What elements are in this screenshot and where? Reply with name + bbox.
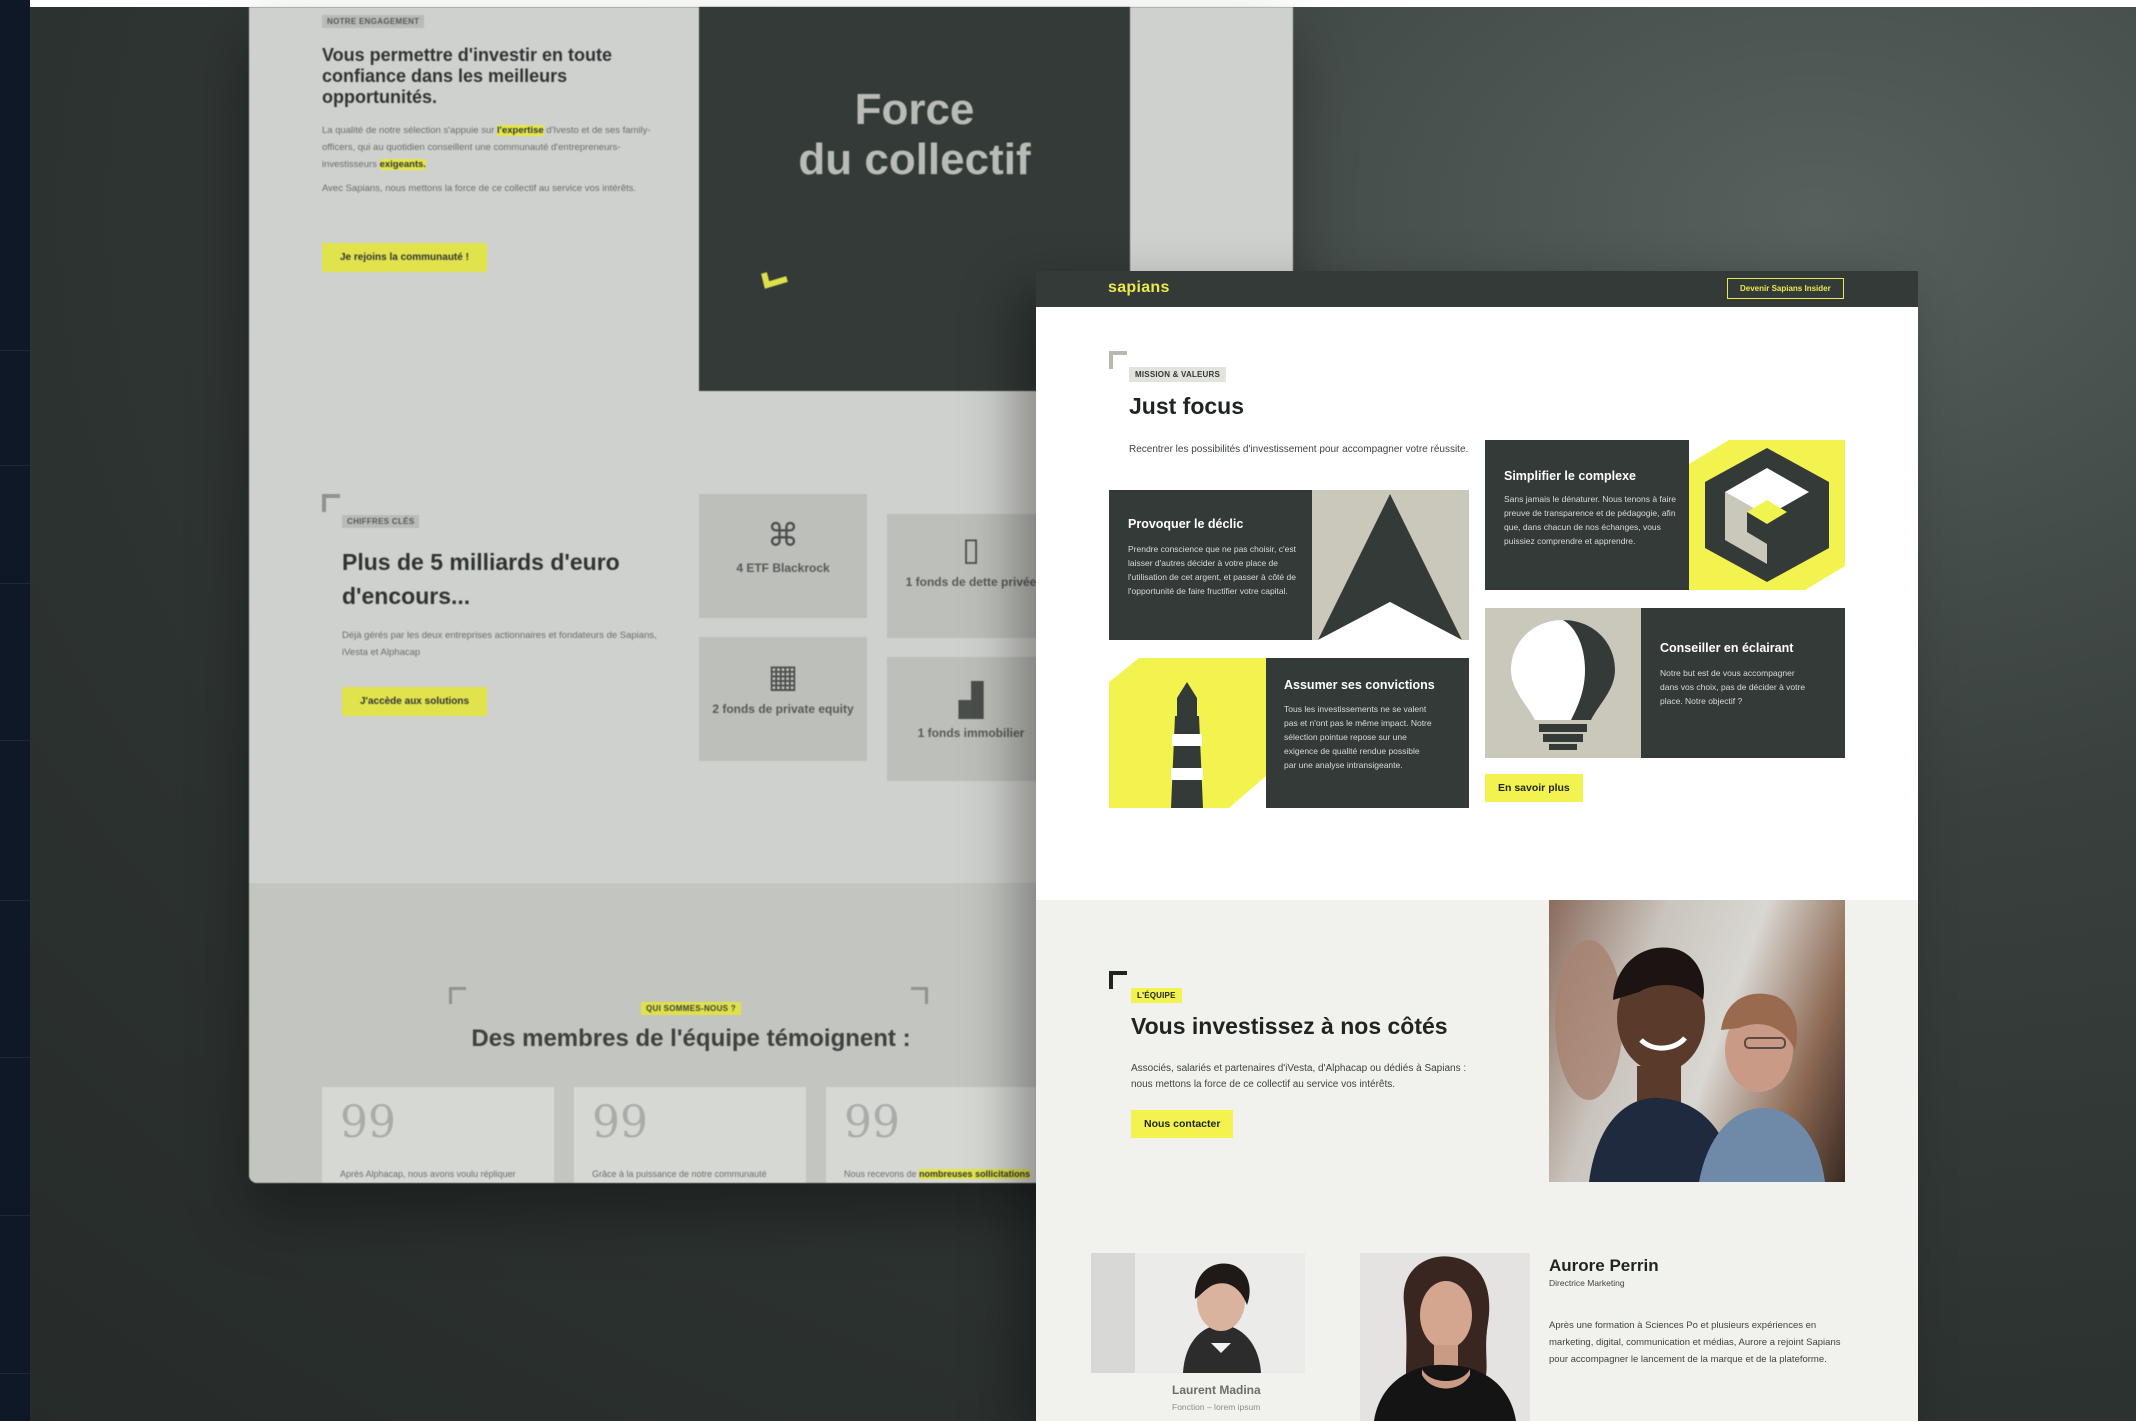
member-role: Fonction – lorem ipsum [1172, 1402, 1261, 1412]
lighthouse-illustration [1109, 658, 1266, 808]
figure-card: ▟ 1 fonds immobilier [887, 657, 1055, 781]
mission-lead: Recentrer les possibilités d'investissem… [1129, 444, 1469, 455]
engagement-eyebrow: NOTRE ENGAGEMENT [322, 15, 425, 28]
hero-title: Force du collectif [699, 85, 1130, 185]
contact-button[interactable]: Nous contacter [1131, 1110, 1234, 1138]
join-community-button[interactable]: Je rejoins la communauté ! [322, 243, 487, 272]
document-coin-icon: ▯ [962, 531, 980, 567]
value-tile-title: Conseiller en éclairant [1660, 641, 1794, 655]
figures-text: Déjà gérés par les deux entreprises acti… [342, 630, 657, 658]
value-tile-convictions: Assumer ses convictions Tous les investi… [1109, 658, 1469, 808]
presentation-background: Force du collectif NOTRE ENGAGEMENT Vous… [0, 0, 2136, 1421]
figures-title: Plus de 5 milliards d'euro d'encours... [342, 549, 620, 609]
team-title: Vous investissez à nos côtés [1131, 1013, 1448, 1039]
hero-title-line2: du collectif [798, 135, 1031, 184]
member-photo-laurent [1135, 1253, 1305, 1373]
team-eyebrow: QUI SOMMES-NOUS ? [641, 1002, 741, 1015]
arrow-illustration [1312, 490, 1469, 640]
engagement-paragraph: La qualité de notre sélection s'appuie s… [322, 122, 662, 173]
testimonial-card: 99 Grâce à la puissance de notre communa… [574, 1087, 806, 1183]
testimonials-title: Des membres de l'équipe témoignent : [471, 1025, 911, 1052]
corner-bracket [449, 987, 466, 1004]
building-icon: ▟ [958, 682, 984, 718]
testimonial-card: 99 Après Alphacap, nous avons voulu répl… [322, 1087, 554, 1183]
figure-card-label: 4 ETF Blackrock [736, 561, 830, 575]
quote-mark-icon: 99 [592, 1097, 648, 1148]
team-lead: Associés, salariés et partenaires d'iVes… [1131, 1063, 1467, 1090]
testimonial-text: Grâce à la puissance de notre communauté [592, 1169, 767, 1179]
learn-more-button[interactable]: En savoir plus [1485, 774, 1583, 802]
figure-card-label: 1 fonds de dette privée [905, 575, 1037, 589]
testimonial-text: Nous recevons de nombreuses sollicitatio… [844, 1169, 1054, 1179]
figure-card: ⌘ 4 ETF Blackrock [699, 494, 867, 618]
testimonial-card: 99 Nous recevons de nombreuses sollicita… [826, 1087, 1058, 1183]
member-bio: Après une formation à Sciences Po et plu… [1549, 1320, 1841, 1365]
left-edge-strip [0, 0, 30, 1421]
testimonial-highlight: nombreuses sollicitations [919, 1169, 1031, 1179]
member-name: Laurent Madina [1172, 1383, 1261, 1397]
become-insider-button[interactable]: Devenir Sapians Insider [1727, 278, 1844, 299]
value-tile-simplify: Simplifier le complexe Sans jamais le dé… [1485, 440, 1845, 590]
figure-card-label: 1 fonds immobilier [917, 726, 1025, 740]
engagement-highlight: l'expertise [497, 125, 544, 136]
figure-card: ▦ 2 fonds de private equity [699, 637, 867, 761]
testimonial-text: Après Alphacap, nous avons voulu répliqu… [340, 1169, 516, 1179]
engagement-paragraph-2: Avec Sapians, nous mettons la force de c… [322, 183, 637, 194]
member-name: Aurore Perrin [1549, 1256, 1659, 1275]
figures-eyebrow: CHIFFRES CLÉS [342, 515, 420, 528]
value-tile-text: Notre but est de vous accompagner dans v… [1660, 668, 1806, 706]
engagement-text-a: La qualité de notre sélection s'appuie s… [322, 125, 498, 136]
value-tile-text: Tous les investissements ne se valent pa… [1284, 704, 1432, 770]
mission-title: Just focus [1129, 393, 1245, 419]
member-photo-edge [1091, 1253, 1135, 1373]
team-photo [1549, 900, 1845, 1182]
figure-card-label: 2 fonds de private equity [712, 702, 854, 716]
corner-bracket [911, 987, 928, 1004]
checkmark-icon [761, 272, 788, 289]
corner-bracket [1109, 351, 1127, 369]
testimonial-text-a: Nous recevons de [844, 1169, 920, 1179]
figure-card: ▯ 1 fonds de dette privée [887, 514, 1055, 638]
value-tile-trigger: Provoquer le déclic Prendre conscience q… [1109, 490, 1469, 640]
top-white-bar [30, 0, 2136, 7]
value-tile-title: Assumer ses convictions [1284, 678, 1435, 692]
mission-eyebrow: MISSION & VALEURS [1129, 367, 1227, 382]
quote-mark-icon: 99 [844, 1097, 900, 1148]
member-role: Directrice Marketing [1549, 1278, 1625, 1288]
engagement-title: Vous permettre d'investir en toute confi… [322, 45, 613, 107]
member-photo-aurore [1360, 1253, 1530, 1421]
brand-logo[interactable]: sapians [1108, 279, 1170, 297]
cube-illustration [1689, 440, 1845, 590]
engagement-highlight-2: exigeants. [379, 159, 427, 170]
value-tile-title: Provoquer le déclic [1128, 517, 1244, 531]
quote-mark-icon: 99 [340, 1097, 396, 1148]
value-tile-advise: Conseiller en éclairant Notre but est de… [1485, 608, 1845, 758]
access-solutions-button[interactable]: J'accède aux solutions [342, 687, 488, 716]
team-eyebrow: L'ÉQUIPE [1131, 988, 1182, 1003]
top-nav: sapians Devenir Sapians Insider [1036, 271, 1918, 307]
grid-coin-icon: ▦ [767, 658, 799, 694]
network-icon: ⌘ [767, 517, 799, 553]
corner-bracket [1109, 971, 1127, 989]
value-tile-text: Sans jamais le dénaturer. Nous tenons à … [1504, 494, 1676, 546]
hero-title-line1: Force [854, 85, 975, 134]
value-tile-text: Prendre conscience que ne pas choisir, c… [1128, 544, 1296, 596]
front-page-mockup: sapians Devenir Sapians Insider MISSION … [1036, 271, 1918, 1421]
value-tile-title: Simplifier le complexe [1504, 469, 1636, 483]
corner-bracket [322, 494, 340, 512]
lightbulb-illustration [1485, 608, 1641, 758]
